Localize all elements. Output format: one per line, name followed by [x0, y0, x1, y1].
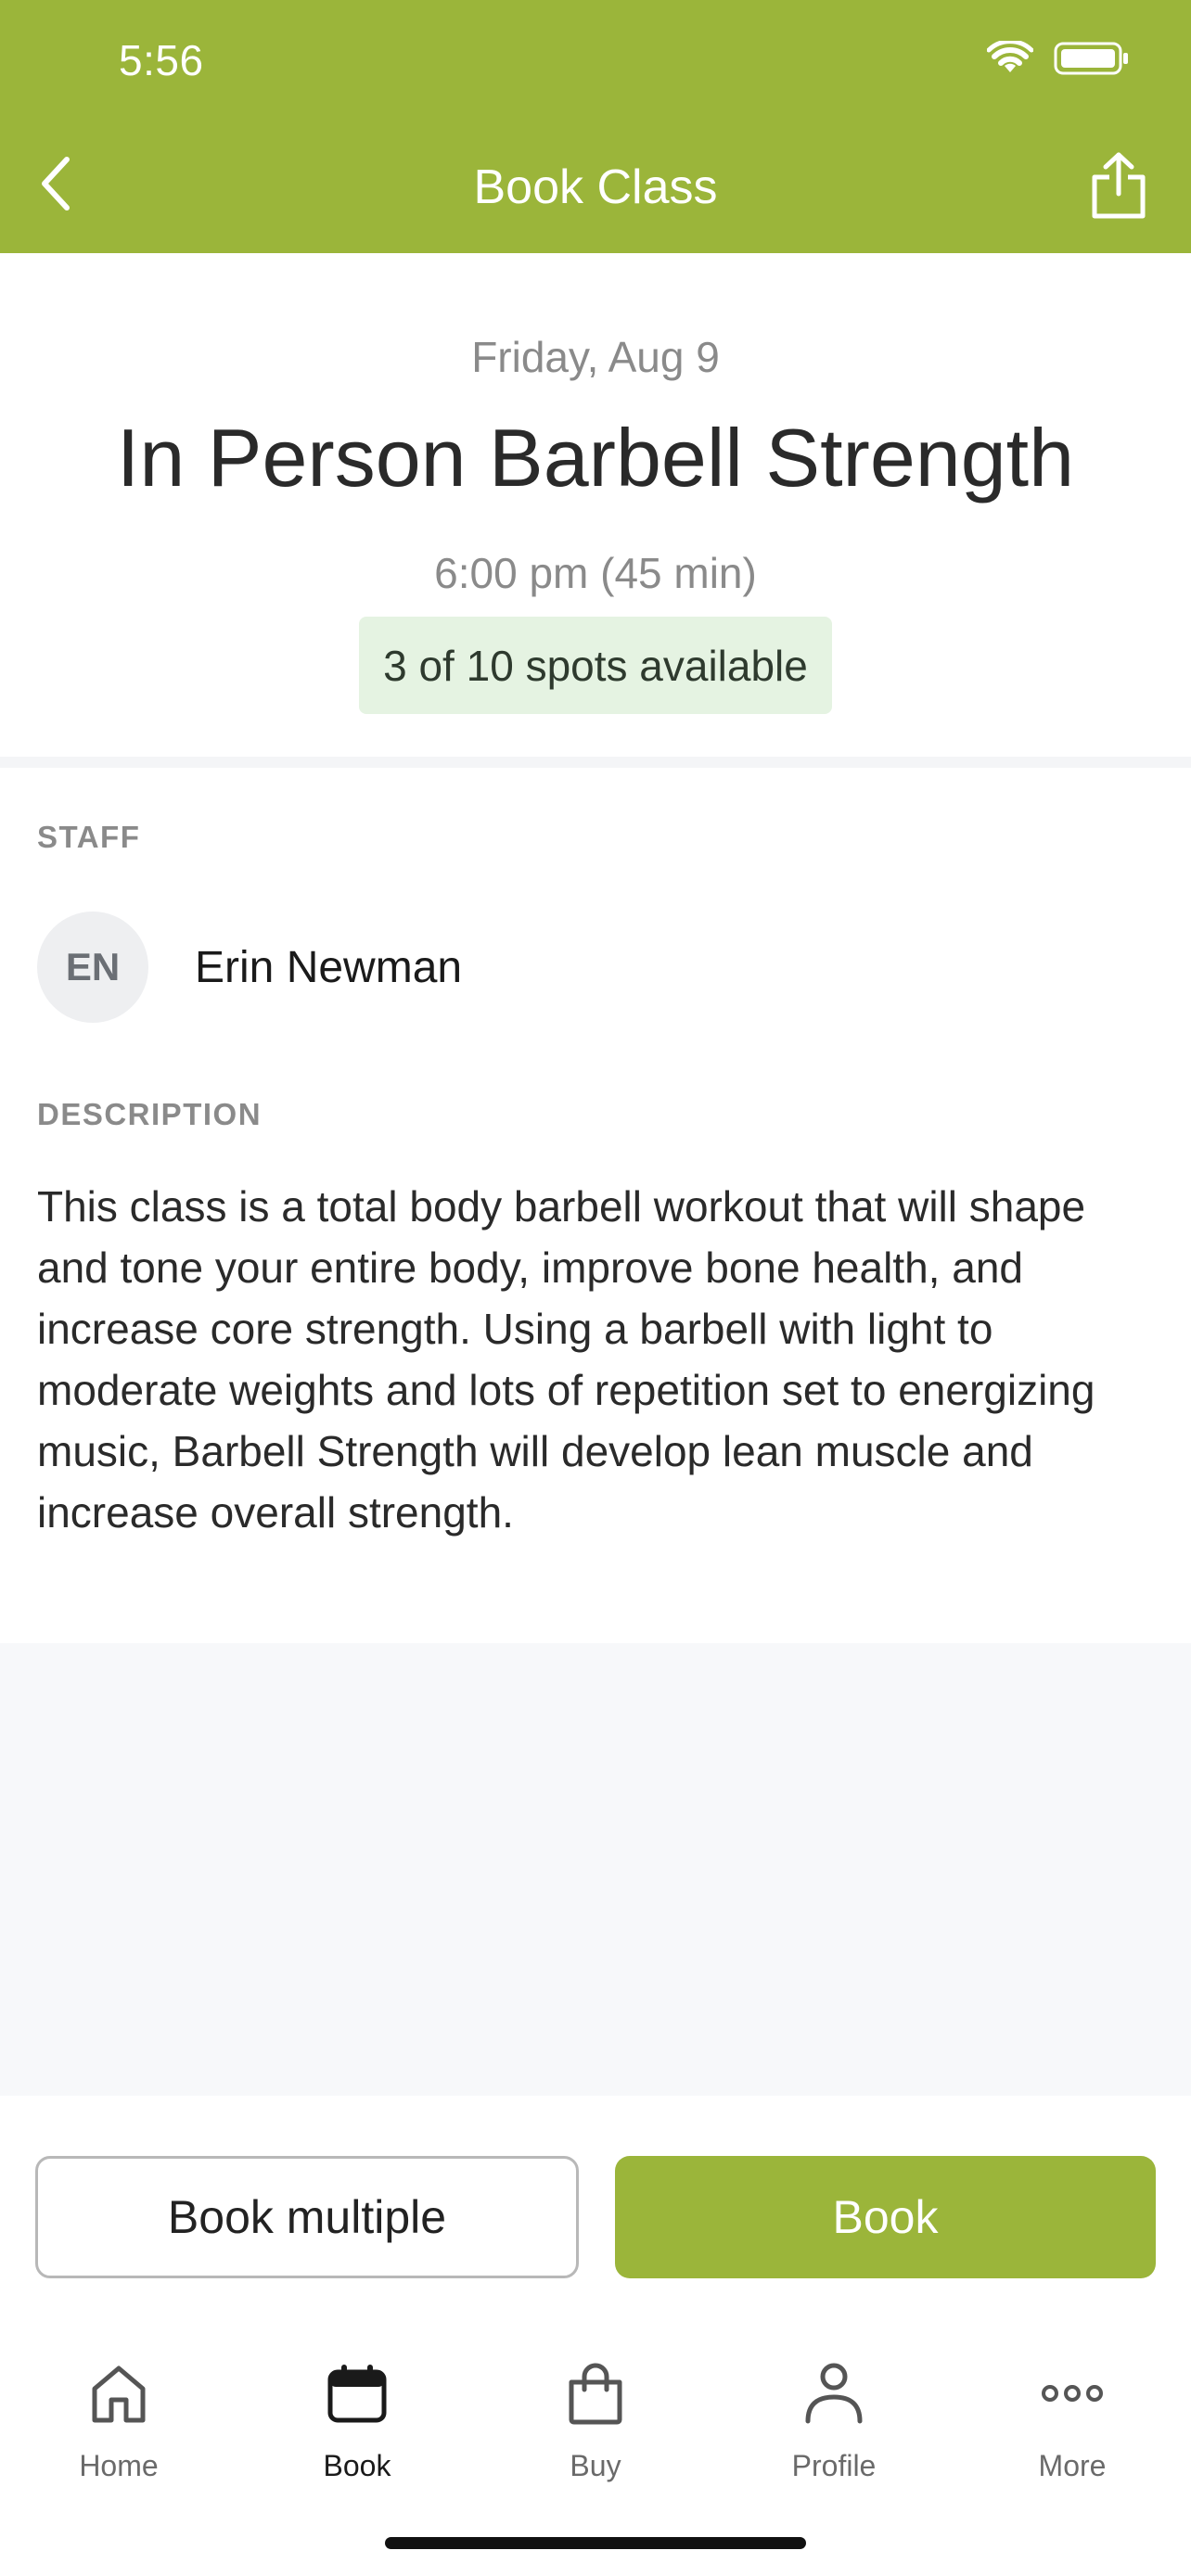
tab-book[interactable]: Book	[283, 2358, 431, 2483]
tab-label: Buy	[570, 2449, 621, 2482]
empty-area	[0, 1643, 1191, 2096]
book-button[interactable]: Book	[615, 2156, 1156, 2278]
book-multiple-button[interactable]: Book multiple	[35, 2156, 579, 2278]
share-icon	[1089, 151, 1148, 224]
class-time: 6:00 pm (45 min)	[434, 549, 757, 597]
booking-actions: Book multiple Book	[0, 2096, 1191, 2314]
page-title: Book Class	[473, 160, 718, 214]
description-section-label: DESCRIPTION	[37, 1097, 263, 1131]
class-details: STAFF EN Erin Newman DESCRIPTION This cl…	[0, 768, 1191, 1643]
staff-row[interactable]: EN Erin Newman	[37, 912, 462, 1023]
avatar: EN	[37, 912, 148, 1023]
tab-label: More	[1038, 2449, 1107, 2482]
person-icon	[804, 2362, 864, 2429]
spots-available-badge: 3 of 10 spots available	[359, 617, 832, 714]
tab-profile[interactable]: Profile	[760, 2358, 908, 2483]
class-date: Friday, Aug 9	[471, 333, 720, 381]
calendar-icon	[327, 2363, 388, 2429]
class-description: This class is a total body barbell worko…	[37, 1182, 1095, 1537]
tab-label: Book	[323, 2449, 391, 2482]
tab-buy[interactable]: Buy	[521, 2358, 670, 2483]
share-button[interactable]	[1085, 150, 1152, 224]
tab-more[interactable]: More	[998, 2358, 1146, 2483]
status-icons	[986, 39, 1130, 81]
class-summary: Friday, Aug 9 In Person Barbell Strength…	[0, 253, 1191, 763]
staff-section-label: STAFF	[37, 820, 141, 854]
tab-label: Home	[79, 2449, 159, 2482]
home-indicator	[385, 2537, 806, 2549]
more-dots-icon	[1041, 2384, 1104, 2407]
shopping-bag-icon	[566, 2362, 625, 2429]
app-header: 5:56 Book Class	[0, 0, 1191, 253]
class-name: In Person Barbell Strength	[116, 412, 1075, 504]
section-divider	[0, 757, 1191, 768]
status-time: 5:56	[119, 36, 204, 84]
staff-name: Erin Newman	[195, 942, 463, 992]
wifi-icon	[986, 39, 1034, 81]
tab-label: Profile	[791, 2449, 877, 2482]
tab-home[interactable]: Home	[45, 2358, 193, 2483]
battery-icon	[1054, 41, 1130, 81]
home-icon	[89, 2363, 148, 2429]
